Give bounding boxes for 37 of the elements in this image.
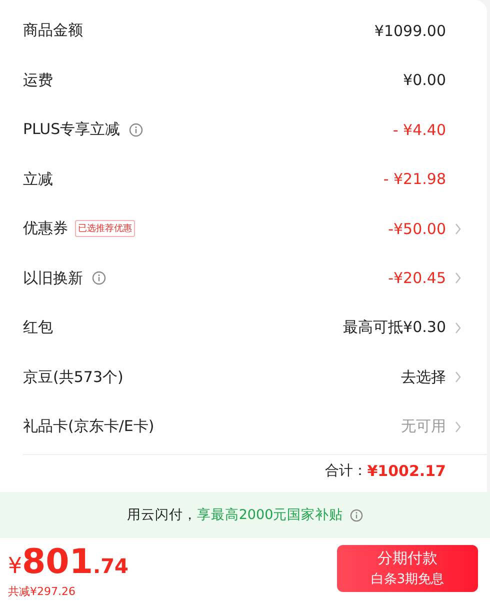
info-icon[interactable]: [92, 271, 106, 286]
info-icon[interactable]: [350, 508, 364, 522]
row-label: 礼品卡(京东卡/E卡): [23, 417, 154, 436]
row-label: 优惠券: [23, 219, 68, 238]
chevron-icon[interactable]: [455, 322, 461, 334]
chevron-icon[interactable]: [455, 371, 461, 384]
banner-text: 用云闪付，: [126, 506, 197, 524]
row-value: -¥20.45: [388, 269, 446, 288]
info-icon[interactable]: [129, 122, 144, 137]
total-label: 合计：: [325, 462, 368, 480]
total-value: ¥1002.17: [367, 462, 446, 480]
row-value: ¥0.00: [403, 71, 446, 90]
chevron-icon[interactable]: [455, 420, 461, 433]
row-label: 以旧换新: [23, 268, 83, 288]
subsidy-banner[interactable]: 用云闪付，享最高2000元国家补贴: [0, 492, 490, 538]
chevron-icon[interactable]: [455, 222, 461, 235]
row-label: 商品金额: [23, 21, 83, 40]
row-value: 去选择: [401, 368, 446, 387]
banner-highlight: 享最高2000元国家补贴: [196, 506, 344, 524]
row-value: 最高可抵¥0.30: [343, 318, 446, 338]
row-value: -¥50.00: [388, 220, 446, 238]
row-label: 立减: [23, 170, 53, 189]
price-integer: 801: [22, 545, 93, 579]
price-decimal: .74: [92, 556, 128, 576]
row-label: 运费: [23, 70, 53, 90]
saved-amount: 共减¥297.26: [8, 584, 76, 599]
row-value: - ¥21.98: [383, 170, 446, 188]
currency-symbol: ¥: [8, 556, 22, 578]
row-value: - ¥4.40: [392, 120, 446, 139]
row-value: 无可用: [401, 417, 446, 436]
row-value: ¥1099.00: [374, 22, 446, 40]
row-label: 红包: [23, 318, 53, 338]
chevron-icon[interactable]: [455, 272, 461, 284]
installment-pay-button[interactable]: 分期付款 白条3期免息: [337, 545, 478, 592]
row-label: 京豆(共573个): [23, 368, 124, 387]
recommended-tag: 已选推荐优惠: [75, 220, 135, 238]
row-label: PLUS专享立减: [23, 120, 120, 140]
